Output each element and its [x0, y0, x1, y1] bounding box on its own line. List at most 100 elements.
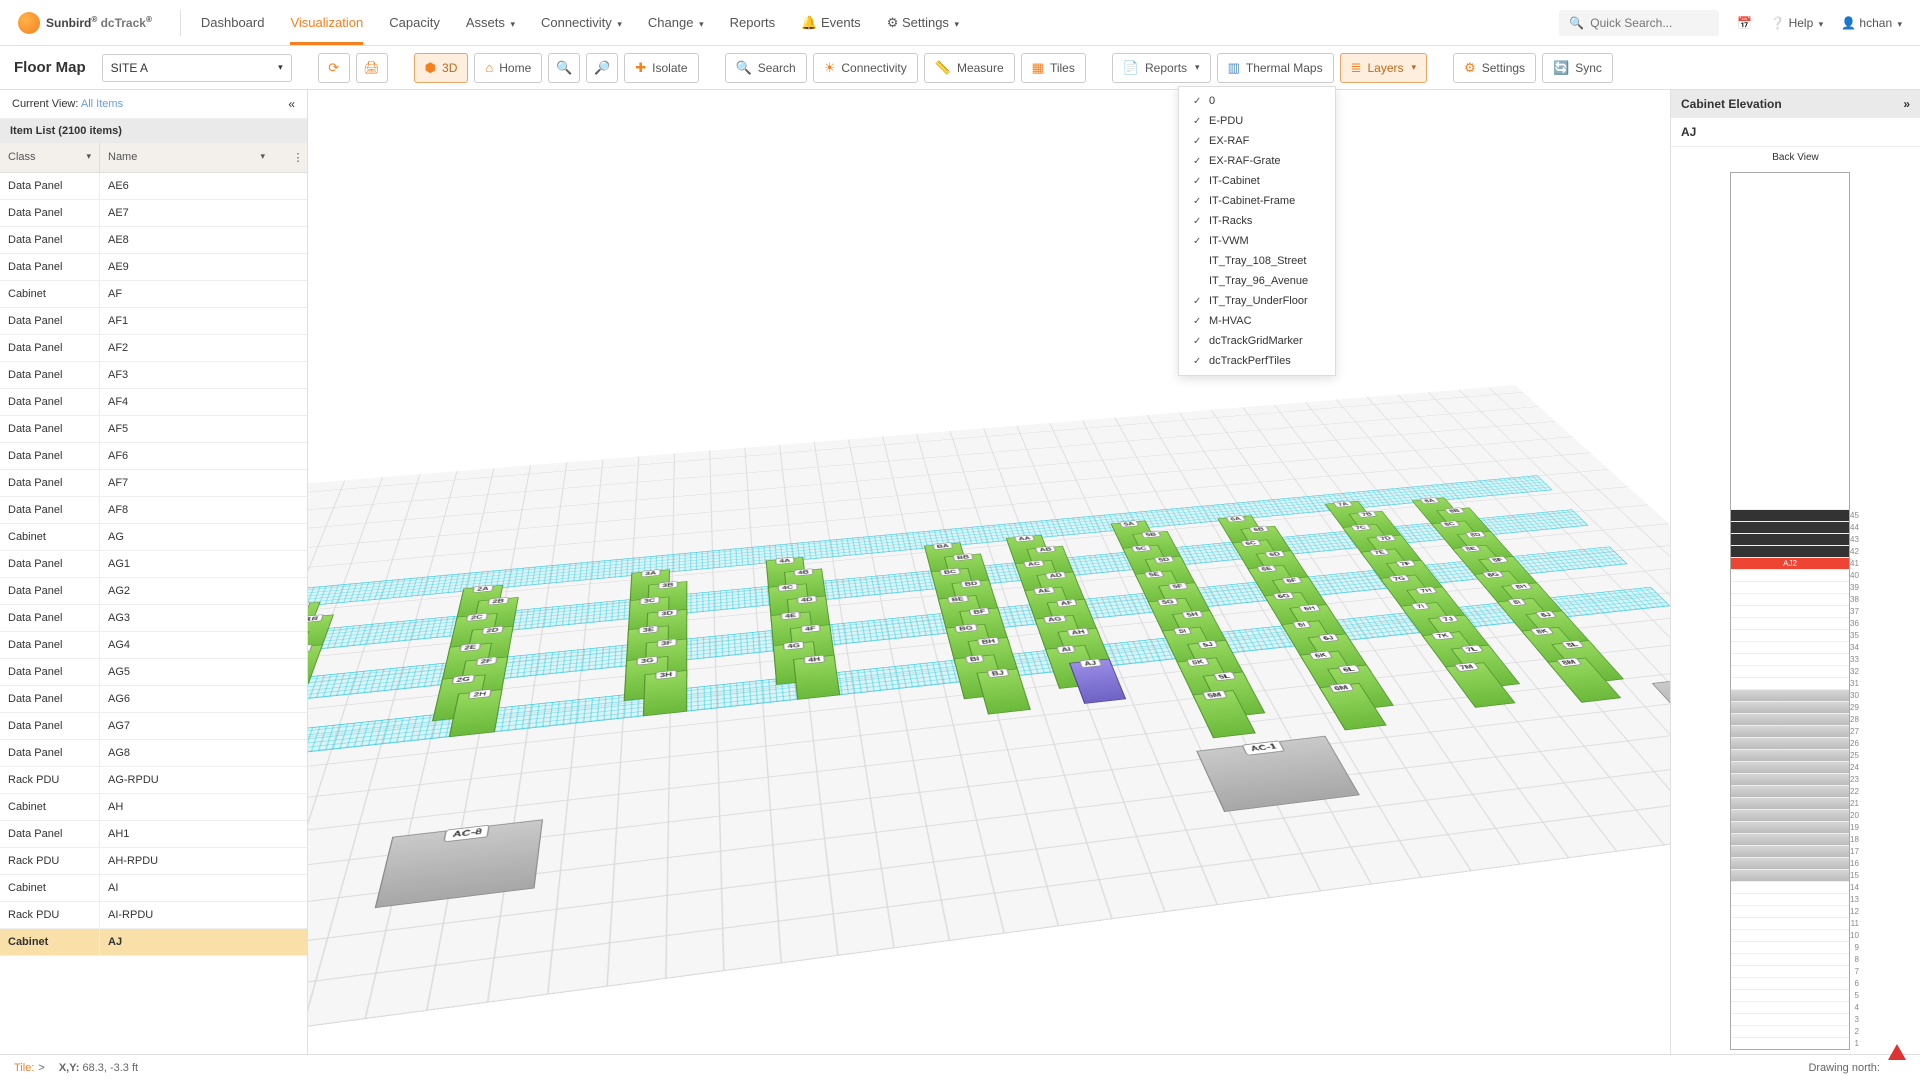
ru-40[interactable]: [1731, 569, 1849, 581]
layers-button[interactable]: ≣Layers ▾: [1340, 53, 1427, 83]
zoom-out-button[interactable]: 🔎: [586, 53, 618, 83]
expand-elevation-icon[interactable]: »: [1903, 97, 1910, 111]
ru-42[interactable]: [1731, 545, 1849, 557]
ru-28[interactable]: [1731, 713, 1849, 725]
table-row[interactable]: Data PanelAF4: [0, 389, 307, 416]
ru-22[interactable]: [1731, 785, 1849, 797]
ru-14[interactable]: [1731, 881, 1849, 893]
ru-5[interactable]: [1731, 989, 1849, 1001]
measure-button[interactable]: 📏Measure: [924, 53, 1015, 83]
table-row[interactable]: Rack PDUAI-RPDU: [0, 902, 307, 929]
ru-32[interactable]: [1731, 665, 1849, 677]
layers-dropdown[interactable]: ✓0✓E-PDU✓EX-RAF✓EX-RAF-Grate✓IT-Cabinet✓…: [1178, 86, 1336, 376]
floor-map-viewport[interactable]: RAMP UP 1A1B1C1B1E2A2B2C2D2E2F2G2H3A3B3C…: [308, 90, 1670, 1054]
table-row[interactable]: CabinetAH: [0, 794, 307, 821]
ru-19[interactable]: [1731, 821, 1849, 833]
table-row[interactable]: Data PanelAG2: [0, 578, 307, 605]
ru-38[interactable]: [1731, 593, 1849, 605]
ru-39[interactable]: [1731, 581, 1849, 593]
ru-23[interactable]: [1731, 773, 1849, 785]
layer-option[interactable]: IT_Tray_96_Avenue: [1179, 271, 1335, 291]
current-view-link[interactable]: All Items: [81, 98, 123, 110]
layer-option[interactable]: IT_Tray_108_Street: [1179, 251, 1335, 271]
ru-26[interactable]: [1731, 737, 1849, 749]
ru-12[interactable]: [1731, 905, 1849, 917]
home-button[interactable]: ⌂Home: [474, 53, 542, 83]
layer-option[interactable]: ✓0: [1179, 91, 1335, 111]
ru-4[interactable]: [1731, 1001, 1849, 1013]
help-menu[interactable]: ❔ Help ▾: [1770, 16, 1823, 30]
table-row[interactable]: Rack PDUAG-RPDU: [0, 767, 307, 794]
hvac-unit[interactable]: AC-1: [1196, 736, 1360, 812]
table-row[interactable]: Rack PDUAH-RPDU: [0, 848, 307, 875]
table-row[interactable]: CabinetAI: [0, 875, 307, 902]
table-row[interactable]: Data PanelAE7: [0, 200, 307, 227]
ru-27[interactable]: [1731, 725, 1849, 737]
ru-30[interactable]: [1731, 689, 1849, 701]
cabinet-frame[interactable]: AJ2: [1730, 172, 1850, 1050]
table-row[interactable]: Data PanelAH1: [0, 821, 307, 848]
ru-34[interactable]: [1731, 641, 1849, 653]
ru-16[interactable]: [1731, 857, 1849, 869]
table-row[interactable]: Data PanelAG8: [0, 740, 307, 767]
nav-assets[interactable]: Assets ▾: [466, 15, 515, 31]
hvac-unit[interactable]: AC-2: [1652, 670, 1670, 737]
ru-6[interactable]: [1731, 977, 1849, 989]
columns-more-icon[interactable]: ⋮: [289, 143, 307, 172]
connectivity-button[interactable]: ☀Connectivity: [813, 53, 918, 83]
ru-13[interactable]: [1731, 893, 1849, 905]
item-list-body[interactable]: Data PanelAE6Data PanelAE7Data PanelAE8D…: [0, 173, 307, 1054]
ru-44[interactable]: [1731, 521, 1849, 533]
ru-1[interactable]: [1731, 1037, 1849, 1049]
ru-18[interactable]: [1731, 833, 1849, 845]
nav-connectivity[interactable]: Connectivity ▾: [541, 15, 622, 31]
zoom-in-button[interactable]: 🔍: [548, 53, 580, 83]
site-select[interactable]: SITE A ▾: [102, 54, 292, 82]
ru-15[interactable]: [1731, 869, 1849, 881]
tiles-button[interactable]: ▦Tiles: [1021, 53, 1086, 83]
table-row[interactable]: Data PanelAG1: [0, 551, 307, 578]
ru-10[interactable]: [1731, 929, 1849, 941]
ru-45[interactable]: [1731, 509, 1849, 521]
table-row[interactable]: CabinetAJ: [0, 929, 307, 956]
rack-4F[interactable]: 4F: [790, 625, 836, 667]
ru-24[interactable]: [1731, 761, 1849, 773]
ru-29[interactable]: [1731, 701, 1849, 713]
layer-option[interactable]: ✓IT-VWM: [1179, 231, 1335, 251]
nav-events[interactable]: 🔔 Events: [801, 15, 861, 31]
layer-option[interactable]: ✓dcTrackGridMarker: [1179, 331, 1335, 351]
layer-option[interactable]: ✓EX-RAF: [1179, 131, 1335, 151]
nav-capacity[interactable]: Capacity: [389, 15, 440, 31]
ru-41[interactable]: AJ2: [1731, 557, 1849, 569]
table-row[interactable]: Data PanelAF5: [0, 416, 307, 443]
ru-25[interactable]: [1731, 749, 1849, 761]
reports-button[interactable]: 📄Reports ▾: [1112, 53, 1211, 83]
table-row[interactable]: Data PanelAF6: [0, 443, 307, 470]
table-row[interactable]: Data PanelAG6: [0, 686, 307, 713]
sync-button[interactable]: 🔄Sync: [1542, 53, 1613, 83]
ru-9[interactable]: [1731, 941, 1849, 953]
table-row[interactable]: Data PanelAF8: [0, 497, 307, 524]
table-row[interactable]: CabinetAG: [0, 524, 307, 551]
global-search-input[interactable]: [1590, 16, 1710, 30]
table-row[interactable]: Data PanelAF7: [0, 470, 307, 497]
thermal-maps-button[interactable]: ▥Thermal Maps: [1217, 53, 1334, 83]
layer-option[interactable]: ✓IT-Cabinet: [1179, 171, 1335, 191]
nav-dashboard[interactable]: Dashboard: [201, 15, 265, 31]
user-menu[interactable]: 👤 hchan ▾: [1841, 16, 1902, 30]
ru-35[interactable]: [1731, 629, 1849, 641]
table-row[interactable]: Data PanelAG5: [0, 659, 307, 686]
hvac-unit[interactable]: AC-8: [375, 819, 544, 908]
ru-33[interactable]: [1731, 653, 1849, 665]
ru-7[interactable]: [1731, 965, 1849, 977]
ru-8[interactable]: [1731, 953, 1849, 965]
table-row[interactable]: Data PanelAF3: [0, 362, 307, 389]
settings-button[interactable]: ⚙Settings: [1453, 53, 1536, 83]
ru-31[interactable]: [1731, 677, 1849, 689]
table-row[interactable]: Data PanelAE9: [0, 254, 307, 281]
layer-option[interactable]: ✓EX-RAF-Grate: [1179, 151, 1335, 171]
ru-36[interactable]: [1731, 617, 1849, 629]
brand-logo[interactable]: Sunbird® dcTrack®: [18, 12, 152, 34]
search-button[interactable]: 🔍Search: [725, 53, 807, 83]
rack-3H[interactable]: 3H: [643, 670, 688, 716]
